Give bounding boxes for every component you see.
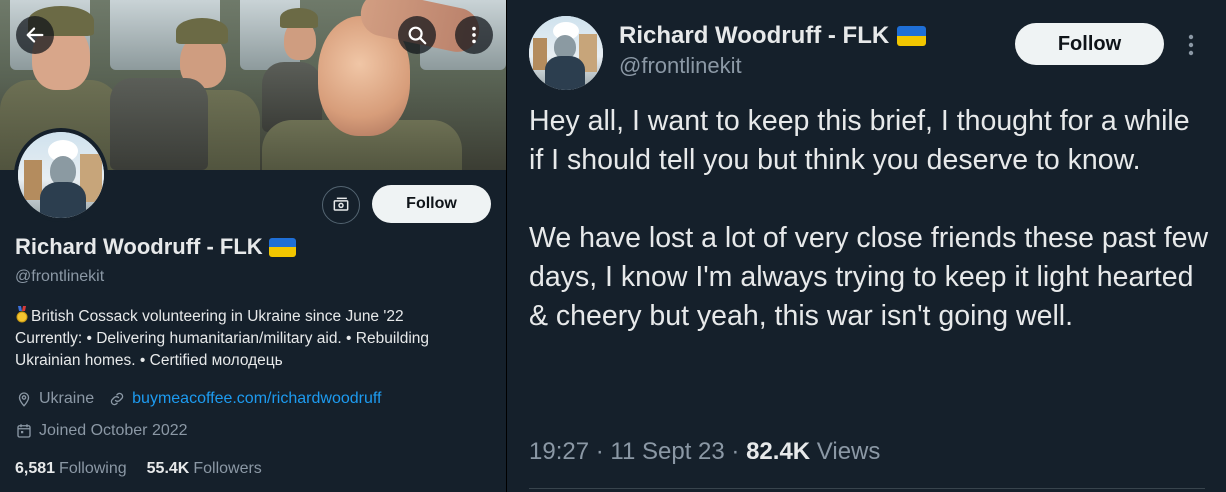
ukraine-flag-icon — [897, 26, 927, 46]
following-link[interactable]: 6,581 Following — [15, 460, 127, 478]
profile-location: Ukraine — [39, 390, 95, 407]
tweet-more-button[interactable] — [1183, 30, 1199, 60]
profile-handle: @frontlinekit — [15, 268, 105, 285]
tweet-author-avatar[interactable] — [529, 16, 603, 90]
profile-bio: British Cossack volunteering in Ukraine … — [15, 306, 465, 372]
link-icon — [110, 392, 124, 406]
location-pin-icon — [18, 392, 30, 407]
follow-button[interactable]: Follow — [372, 185, 491, 223]
more-options-button[interactable] — [455, 16, 493, 54]
medal-icon — [15, 306, 29, 323]
tweet-meta: 19:27 · 11 Sept 23 · 82.4K Views — [529, 438, 880, 466]
tweet-follow-button[interactable]: Follow — [1015, 23, 1164, 65]
separator-dot: · — [731, 438, 747, 465]
tweet-panel: Richard Woodruff - FLK @frontlinekit Fol… — [506, 0, 1226, 492]
more-vertical-icon — [1188, 34, 1194, 56]
ukraine-flag-icon — [268, 237, 296, 257]
separator-dot: · — [595, 438, 611, 465]
tweet-body-text: Hey all, I want to keep this brief, I th… — [529, 105, 1209, 332]
joined-date: Joined October 2022 — [39, 422, 188, 439]
followers-link[interactable]: 55.4K Followers — [147, 460, 262, 478]
tweet-views-count: 82.4K — [746, 438, 811, 465]
tip-button[interactable] — [322, 186, 360, 224]
tweet-author-handle[interactable]: @frontlinekit — [619, 53, 742, 79]
profile-joined: Joined October 2022 — [15, 422, 188, 440]
money-icon — [333, 197, 349, 211]
more-vertical-icon — [472, 26, 476, 44]
profile-meta-row: Ukraine buymeacoffee.com/richardwoodruff — [15, 390, 381, 408]
profile-website-link[interactable]: buymeacoffee.com/richardwoodruff — [132, 390, 381, 408]
profile-panel: Follow Richard Woodruff - FLK @frontline… — [0, 0, 506, 492]
tweet-views-label: Views — [816, 438, 881, 465]
arrow-left-icon — [26, 27, 44, 43]
followers-count: 55.4K — [146, 460, 190, 477]
followers-label: Followers — [193, 460, 262, 477]
tweet-date[interactable]: 11 Sept 23 — [610, 438, 724, 465]
following-count: 6,581 — [15, 460, 56, 477]
back-button[interactable] — [16, 16, 54, 54]
profile-display-name: Richard Woodruff - FLK — [15, 234, 296, 260]
bio-text: British Cossack volunteering in Ukraine … — [15, 308, 430, 369]
display-name-text: Richard Woodruff - FLK — [15, 234, 263, 259]
search-icon — [408, 26, 427, 45]
search-button[interactable] — [398, 16, 436, 54]
tweet-author-name-text: Richard Woodruff - FLK — [619, 22, 890, 49]
profile-avatar[interactable] — [14, 128, 108, 222]
calendar-icon — [17, 424, 31, 438]
divider — [529, 488, 1205, 489]
tweet-time[interactable]: 19:27 — [529, 438, 589, 465]
tweet-author-name[interactable]: Richard Woodruff - FLK — [619, 22, 927, 50]
follow-counts: 6,581 Following 55.4K Followers — [15, 460, 262, 478]
following-label: Following — [59, 460, 127, 477]
